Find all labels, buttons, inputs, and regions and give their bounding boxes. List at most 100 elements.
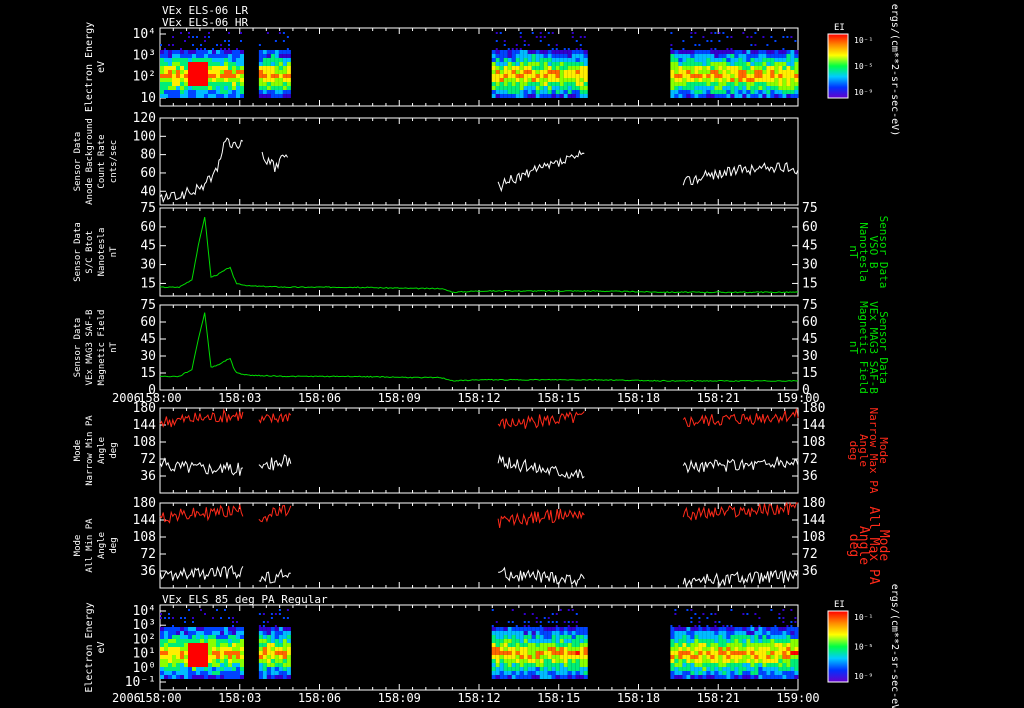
- p1-cell: [168, 94, 172, 98]
- p7-cell: [200, 671, 204, 675]
- p7-cell: [706, 635, 711, 639]
- p7-cell: [674, 655, 679, 659]
- x-tick-label: 158:03: [218, 691, 261, 705]
- p7-cell: [762, 639, 767, 643]
- p1-cell: [192, 54, 196, 58]
- p7-cell: [527, 631, 532, 635]
- p7-cell: [742, 655, 747, 659]
- p1-cell: [567, 58, 572, 62]
- p7-noise: [270, 617, 273, 619]
- p1-cell: [270, 82, 275, 86]
- p1-cell: [579, 78, 584, 82]
- p7-cell: [567, 639, 572, 643]
- p7-cell: [686, 655, 691, 659]
- p1-cell: [730, 78, 735, 82]
- p7-cell: [583, 647, 588, 651]
- p7-cell: [686, 639, 691, 643]
- p7-noise: [706, 617, 709, 619]
- p7-noise: [567, 609, 570, 611]
- p7-cell: [559, 651, 564, 655]
- p7-cell: [738, 631, 743, 635]
- x-year-label: 2006: [112, 391, 141, 405]
- p1-cell: [742, 94, 747, 98]
- p1-colorbar-unit: ergs/(cm**2-sr-sec-eV): [889, 4, 900, 136]
- p1-cell: [216, 94, 220, 98]
- p1-cell: [184, 74, 188, 78]
- p1-cell: [770, 82, 775, 86]
- p7-cell: [539, 663, 544, 667]
- p7-cell: [286, 659, 291, 663]
- p7-cell: [547, 647, 552, 651]
- p7-noise: [722, 625, 725, 627]
- p7-cell: [180, 675, 184, 679]
- p6-ytick-label: 108: [133, 530, 156, 545]
- p1-cell: [547, 78, 552, 82]
- p1-cell: [706, 50, 711, 54]
- p7-cell: [539, 671, 544, 675]
- p7-noise: [168, 613, 170, 615]
- p1-cell: [718, 54, 723, 58]
- p7-cell: [738, 667, 743, 671]
- p1-ytick-label: 10: [140, 91, 156, 106]
- p1-cell: [726, 66, 731, 70]
- p7-cell: [160, 647, 164, 651]
- p1-cell: [682, 58, 687, 62]
- p1-cell: [742, 86, 747, 90]
- p7-cell: [499, 667, 504, 671]
- p7-cell: [515, 631, 520, 635]
- p7-cell: [196, 663, 200, 667]
- p7-noise: [706, 625, 709, 627]
- p7-cell: [212, 635, 216, 639]
- p7-cell: [503, 671, 508, 675]
- p1-cell: [718, 90, 723, 94]
- p7-cell: [750, 631, 755, 635]
- p1-cell: [258, 54, 263, 58]
- p1-cell: [270, 66, 275, 70]
- p7-cell: [236, 631, 240, 635]
- p7-cell: [224, 643, 228, 647]
- p7-cell: [782, 631, 787, 635]
- p6-frame: [159, 502, 799, 589]
- p7-cell: [754, 671, 759, 675]
- p7-cell: [559, 659, 564, 663]
- p7-cell: [567, 659, 572, 663]
- p7-cell: [730, 631, 735, 635]
- p7-cell: [515, 635, 520, 639]
- p7-cell: [718, 675, 723, 679]
- p5-series-line: [159, 457, 244, 476]
- p7-cell: [551, 639, 556, 643]
- p1-cell: [730, 54, 735, 58]
- p1-cell: [543, 82, 548, 86]
- p1-cell: [188, 58, 192, 62]
- p7-cell: [555, 635, 560, 639]
- p7-cell: [794, 643, 799, 647]
- p7-cell: [184, 671, 188, 675]
- p7-cell: [698, 651, 703, 655]
- p7-cell: [754, 655, 759, 659]
- p1-cell: [583, 78, 588, 82]
- p1-noise: [515, 44, 518, 46]
- p1-cell: [160, 82, 164, 86]
- p1-cell: [495, 86, 500, 90]
- p1-cell: [734, 58, 739, 62]
- p7-cell: [730, 655, 735, 659]
- p7-noise: [702, 613, 705, 615]
- p7-cell: [278, 627, 283, 631]
- p1-cell: [200, 54, 204, 58]
- p1-cell: [778, 62, 783, 66]
- p1-cell: [726, 78, 731, 82]
- p7-cell: [224, 631, 228, 635]
- p1-noise: [519, 36, 522, 38]
- p7-cell: [176, 627, 180, 631]
- p1-cell: [220, 94, 224, 98]
- p1-cell: [527, 82, 532, 86]
- p7-noise: [216, 609, 218, 611]
- p1-cell: [682, 74, 687, 78]
- p1-cell: [575, 78, 580, 82]
- p1-cell: [770, 78, 775, 82]
- p1-cell: [180, 54, 184, 58]
- p1-cell: [495, 70, 500, 74]
- p1-cell: [228, 66, 232, 70]
- p7-cell: [758, 671, 763, 675]
- p1-cell: [670, 54, 675, 58]
